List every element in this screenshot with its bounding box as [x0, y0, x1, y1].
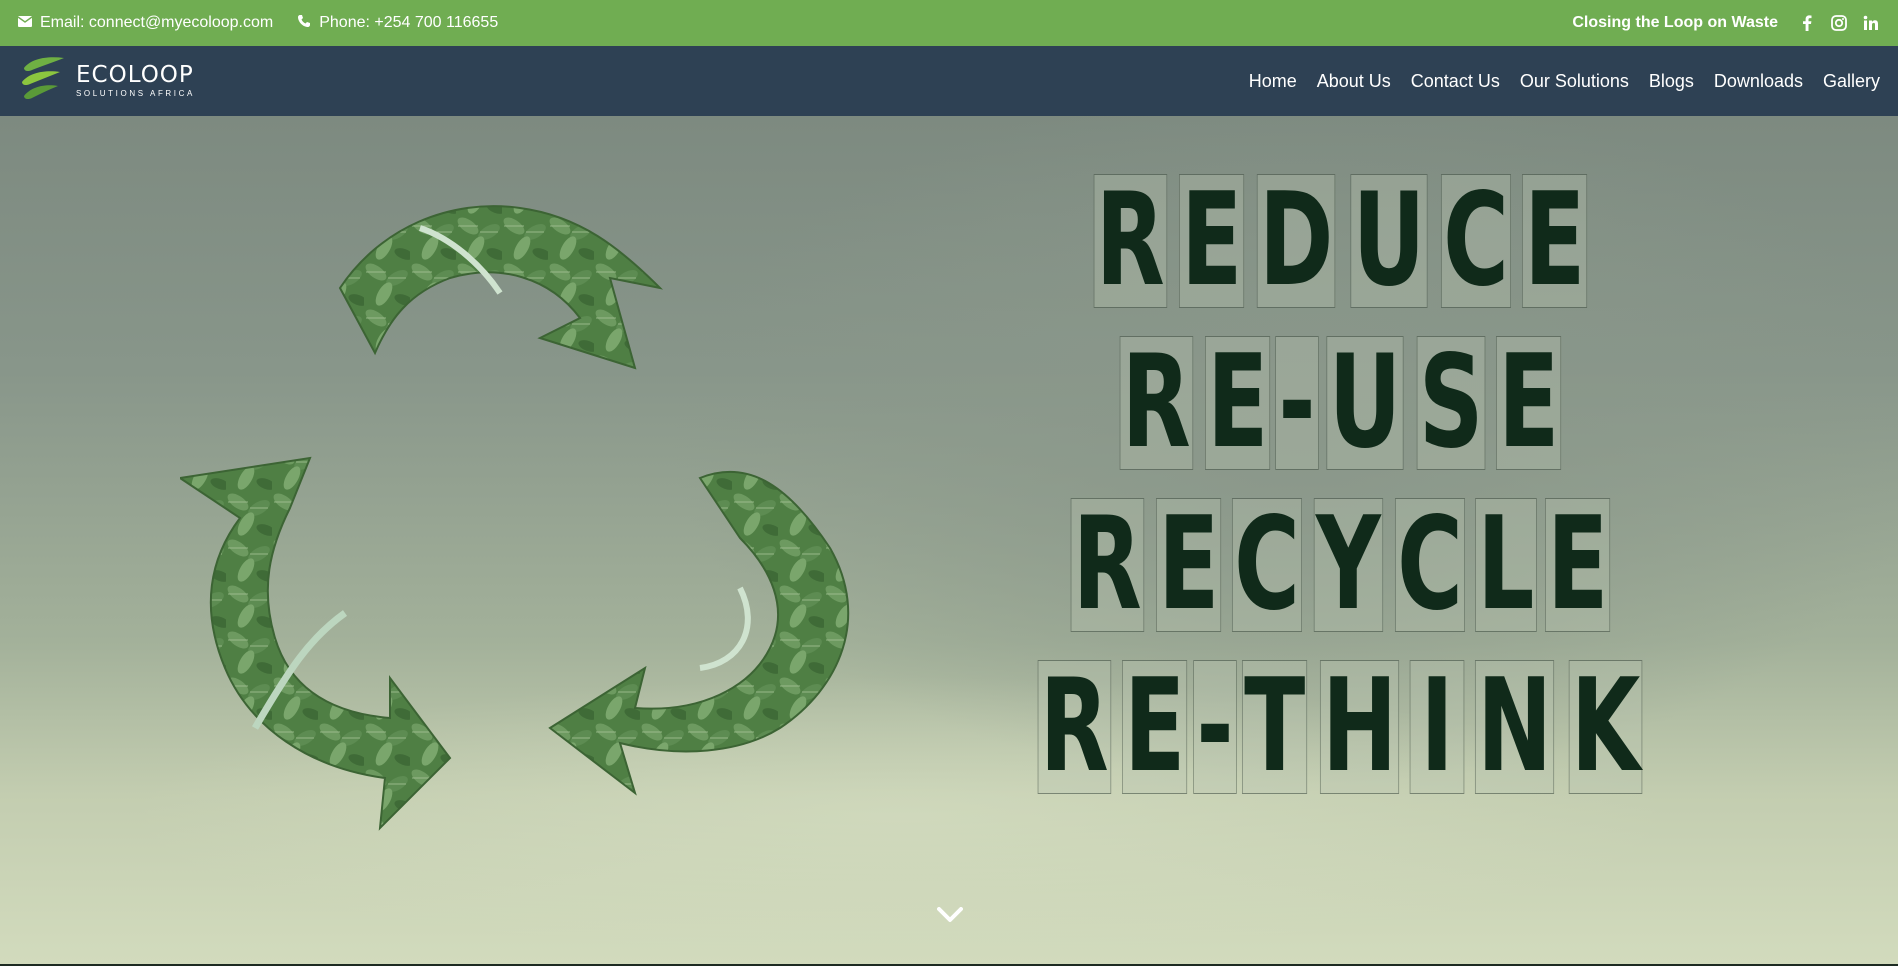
brand-subtitle: SOLUTIONS AFRICA	[76, 89, 195, 98]
word-text: REDUCE	[1089, 174, 1090, 175]
stencil-letter: E	[1496, 336, 1562, 470]
stencil-letter: R	[1070, 498, 1145, 632]
stencil-letter: T	[1241, 660, 1307, 794]
stencil-letter: E	[1155, 498, 1222, 632]
stencil-letter: C	[1441, 174, 1512, 308]
stencil-letter: C	[1232, 498, 1303, 632]
nav-item-gallery[interactable]: Gallery	[1823, 71, 1880, 92]
stencil-letter: N	[1475, 660, 1555, 794]
stencil-letter: H	[1319, 660, 1400, 794]
hero-words: REDUCEREDUCE RE-USERE-USE RECYCLERECYCLE…	[1030, 174, 1650, 794]
stencil-letter: E	[1122, 660, 1188, 794]
phone-text: Phone: +254 700 116655	[319, 14, 499, 31]
leaf-recycle-symbol	[180, 205, 850, 831]
stencil-letter: R	[1093, 174, 1168, 308]
phone-icon	[297, 14, 311, 33]
stencil-letter: U	[1326, 336, 1404, 470]
stencil-letter: D	[1257, 174, 1336, 308]
stencil-letter: R	[1037, 660, 1111, 794]
envelope-icon	[17, 14, 33, 32]
stencil-letter: -	[1275, 336, 1319, 470]
word-text: RECYCLE	[1066, 498, 1067, 499]
stencil-letter: U	[1350, 174, 1428, 308]
word-text: RE-THINK	[1033, 660, 1034, 661]
stencil-letter: E	[1178, 174, 1245, 308]
nav-item-about-us[interactable]: About Us	[1317, 71, 1391, 92]
primary-nav: Home About Us Contact Us Our Solutions B…	[1249, 71, 1880, 92]
phone-contact[interactable]: Phone: +254 700 116655	[297, 14, 498, 33]
brand-text: ECOLOOP SOLUTIONS AFRICA	[76, 64, 195, 98]
scroll-down-button[interactable]	[935, 906, 965, 928]
word-text: RE-USE	[1115, 336, 1116, 337]
instagram-icon[interactable]	[1830, 14, 1848, 32]
nav-item-home[interactable]: Home	[1249, 71, 1297, 92]
tagline: Closing the Loop on Waste	[1572, 14, 1778, 31]
stencil-letter: -	[1192, 660, 1237, 794]
word-recycle: RECYCLERECYCLE	[1066, 498, 1614, 632]
stencil-letter: E	[1204, 336, 1271, 470]
hero-banner: REDUCEREDUCE RE-USERE-USE RECYCLERECYCLE…	[0, 116, 1898, 964]
stencil-letter: L	[1474, 498, 1537, 632]
stencil-letter: E	[1545, 498, 1611, 632]
chevron-down-icon	[937, 906, 963, 928]
email-text: Email: connect@myecoloop.com	[40, 14, 274, 31]
top-info-bar: Email: connect@myecoloop.com Phone: +254…	[0, 0, 1898, 46]
facebook-icon[interactable]	[1798, 14, 1816, 32]
nav-item-downloads[interactable]: Downloads	[1714, 71, 1803, 92]
word-re-think: RE-THINKRE-THINK	[1033, 660, 1648, 794]
word-re-use: RE-USERE-USE	[1115, 336, 1565, 470]
stencil-letter: S	[1416, 336, 1486, 470]
leaf-logo-icon	[18, 54, 70, 109]
nav-item-our-solutions[interactable]: Our Solutions	[1520, 71, 1629, 92]
main-navbar: ECOLOOP SOLUTIONS AFRICA Home About Us C…	[0, 46, 1898, 116]
contact-info: Email: connect@myecoloop.com Phone: +254…	[17, 14, 498, 33]
stencil-letter: Y	[1313, 498, 1384, 632]
brand-name: ECOLOOP	[76, 62, 194, 88]
brand-logo[interactable]: ECOLOOP SOLUTIONS AFRICA	[18, 54, 195, 109]
nav-item-blogs[interactable]: Blogs	[1649, 71, 1694, 92]
stencil-letter: E	[1522, 174, 1588, 308]
stencil-letter: I	[1409, 660, 1465, 794]
linkedin-icon[interactable]	[1862, 14, 1880, 32]
nav-item-contact-us[interactable]: Contact Us	[1411, 71, 1500, 92]
stencil-letter: K	[1568, 660, 1643, 794]
stencil-letter: R	[1119, 336, 1194, 470]
stencil-letter: C	[1394, 498, 1465, 632]
topbar-right: Closing the Loop on Waste	[1572, 14, 1880, 32]
email-contact[interactable]: Email: connect@myecoloop.com	[17, 14, 274, 32]
word-reduce: REDUCEREDUCE	[1089, 174, 1591, 308]
